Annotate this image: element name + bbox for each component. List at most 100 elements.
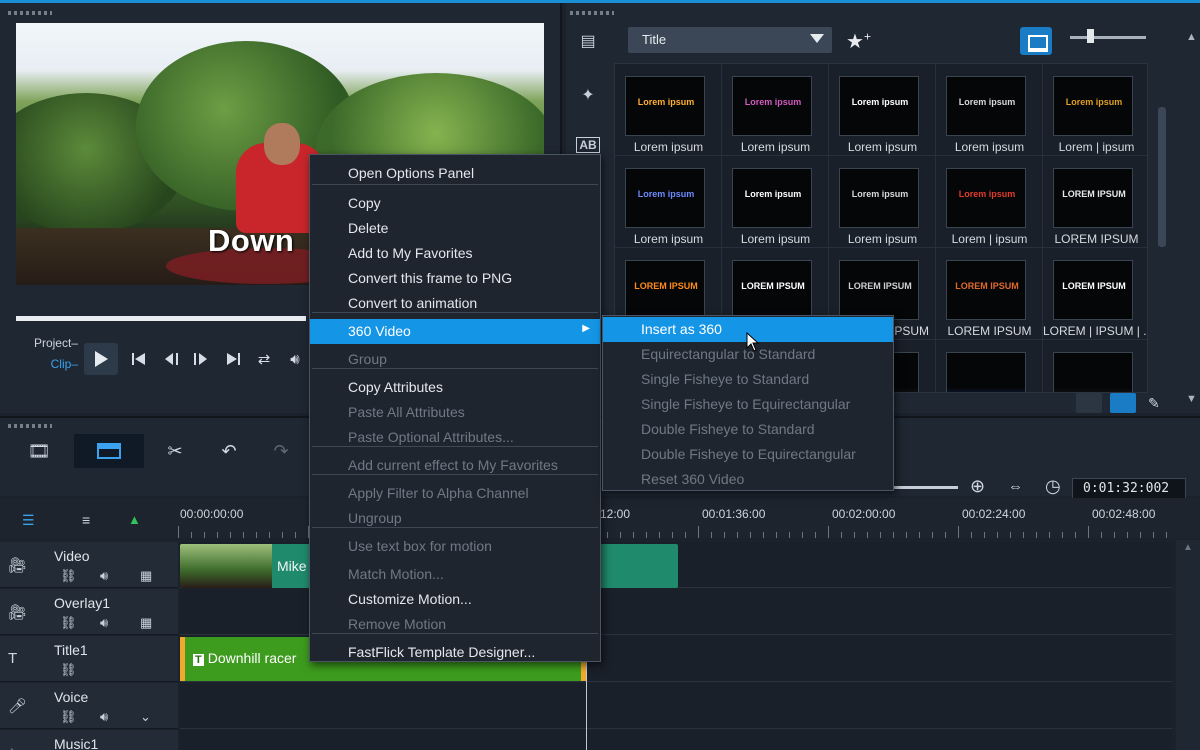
ruler-tick <box>802 532 803 538</box>
menu-item[interactable]: Customize Motion... <box>310 587 600 612</box>
project-mode-label[interactable]: Project– <box>22 336 78 350</box>
title-template-thumbnail[interactable]: Lorem ipsum Lorem ipsum <box>936 64 1043 156</box>
track-header[interactable]: 🎥︎ Video ⛓ 🔊︎ ▦ <box>0 542 178 588</box>
menu-item[interactable]: 360 Video ▶ <box>310 319 600 344</box>
menu-item[interactable]: FastFlick Template Designer... <box>310 640 600 665</box>
menu-item[interactable]: Delete <box>310 216 600 241</box>
panel-grip[interactable] <box>8 424 52 428</box>
title-template-thumbnail[interactable]: Lorem ipsum Lorem ipsum <box>722 156 829 248</box>
slider-handle[interactable] <box>1087 29 1094 43</box>
title-template-thumbnail[interactable]: LOREM IPSUM LOREM | IPSUM | ... <box>1043 248 1147 340</box>
menu-item[interactable]: Ungroup <box>310 506 600 531</box>
menu-item[interactable]: Copy <box>310 191 600 216</box>
track-lane[interactable] <box>180 730 1172 750</box>
title-template-thumbnail[interactable]: Lorem ipsum Lorem | ipsum <box>936 156 1043 248</box>
ruler-tick <box>750 532 751 538</box>
ruler-tick <box>984 532 985 538</box>
instant-project-icon[interactable]: ✦ <box>574 83 602 107</box>
track-header[interactable]: 🎥︎ Overlay1 ⛓ 🔊︎ ▦ <box>0 589 178 635</box>
menu-item[interactable]: Apply Filter to Alpha Channel <box>310 481 600 506</box>
timeline-vertical-scrollbar[interactable]: ▲ <box>1176 540 1200 750</box>
storyboard-view-button[interactable] <box>74 434 144 468</box>
submenu-item[interactable]: Double Fisheye to Equirectangular <box>603 442 893 467</box>
menu-item[interactable]: Convert this frame to PNG <box>310 266 600 291</box>
title-template-thumbnail[interactable] <box>936 340 1043 392</box>
menu-item[interactable]: Group <box>310 347 600 372</box>
clock-icon[interactable]: ◷ <box>1045 476 1061 497</box>
timeline-view-button[interactable]: 🎞︎ <box>4 434 74 468</box>
title-template-thumbnail[interactable]: Lorem ipsum Lorem ipsum <box>615 156 722 248</box>
title-template-thumbnail[interactable]: Lorem ipsum Lorem ipsum <box>829 156 936 248</box>
category-dropdown[interactable]: Title <box>628 27 832 53</box>
track-header[interactable]: 🎤︎ Voice ⛓ 🔊︎ ⌄ <box>0 683 178 729</box>
thumbnail-view-toggle[interactable] <box>1020 27 1052 55</box>
previous-frame-button[interactable] <box>159 346 185 372</box>
submenu-item[interactable]: Reset 360 Video <box>603 467 893 492</box>
grid-view-button[interactable] <box>1110 393 1136 413</box>
speaker-icon[interactable]: 🔊︎ <box>100 568 108 584</box>
menu-item[interactable]: Open Options Panel <box>310 161 600 186</box>
list-view-button[interactable] <box>1076 393 1102 413</box>
link-icon[interactable]: ⛓ <box>60 615 77 631</box>
menu-item[interactable]: Paste Optional Attributes... <box>310 425 600 450</box>
thumbnail-preview: Lorem ipsum <box>732 76 812 136</box>
redo-button[interactable]: ↷ <box>246 434 316 468</box>
title-template-thumbnail[interactable]: LOREM IPSUM LOREM IPSUM <box>936 248 1043 340</box>
submenu-item[interactable]: Single Fisheye to Standard <box>603 367 893 392</box>
home-button[interactable] <box>126 346 152 372</box>
menu-item[interactable]: Convert to animation <box>310 291 600 316</box>
link-icon[interactable]: ⛓ <box>60 568 77 584</box>
thumbnail-size-slider[interactable] <box>1070 36 1146 39</box>
panel-grip[interactable] <box>570 11 614 15</box>
scroll-up-icon[interactable]: ▲ <box>1183 542 1193 553</box>
submenu-item[interactable]: Single Fisheye to Equirectangular <box>603 392 893 417</box>
fit-to-window-icon[interactable]: ⇔ <box>1008 478 1023 495</box>
title-template-thumbnail[interactable]: Lorem ipsum Lorem ipsum <box>615 64 722 156</box>
edit-icon[interactable]: ✎ <box>1148 395 1160 412</box>
ripple-grid-icon[interactable]: ▦ <box>140 568 152 584</box>
storyboard-icon <box>97 443 121 459</box>
menu-item[interactable]: Add to My Favorites <box>310 241 600 266</box>
add-chapter-icon[interactable]: ▲ <box>128 512 141 527</box>
track-lane[interactable] <box>180 683 1172 729</box>
submenu-item[interactable]: Double Fisheye to Standard <box>603 417 893 442</box>
zoom-in-icon[interactable]: ⊕ <box>970 476 985 497</box>
next-frame-button[interactable] <box>187 346 213 372</box>
end-button[interactable] <box>220 346 246 372</box>
panel-grip[interactable] <box>8 11 52 15</box>
scrubber-bar[interactable] <box>16 316 306 321</box>
zoom-slider[interactable] <box>892 486 958 489</box>
menu-item[interactable]: Remove Motion <box>310 612 600 637</box>
menu-item[interactable]: Paste All Attributes <box>310 400 600 425</box>
clip-mode-label[interactable]: Clip– <box>22 357 78 371</box>
menu-item[interactable]: Use text box for motion <box>310 534 600 559</box>
chevron-down-icon[interactable]: ⌄ <box>140 709 151 725</box>
scroll-down-icon[interactable]: ▼ <box>1186 393 1197 405</box>
menu-item[interactable]: Add current effect to My Favorites <box>310 453 600 478</box>
title-template-thumbnail[interactable]: LOREM IPSUM LOREM IPSUM <box>1043 156 1147 248</box>
track-header[interactable]: ♪Music1⛓🔊︎▦ <box>0 730 178 750</box>
ripple-grid-icon[interactable]: ▦ <box>140 615 152 631</box>
speaker-icon[interactable]: 🔊︎ <box>100 709 108 725</box>
title-template-thumbnail[interactable]: Lorem ipsum Lorem ipsum <box>722 64 829 156</box>
title-template-thumbnail[interactable]: Lorem ipsum Lorem ipsum <box>829 64 936 156</box>
scroll-up-icon[interactable]: ▲ <box>1186 31 1197 43</box>
track-manager-icon[interactable]: ≡ <box>82 512 90 528</box>
link-icon[interactable]: ⛓ <box>60 709 77 725</box>
media-library-icon[interactable]: ▤ <box>574 29 602 53</box>
title-template-thumbnail[interactable]: Lorem ipsum Lorem | ipsum <box>1043 64 1147 156</box>
library-scrollbar[interactable] <box>1158 107 1166 247</box>
speaker-icon[interactable]: 🔊︎ <box>100 615 108 631</box>
play-button[interactable] <box>84 343 118 375</box>
link-icon[interactable]: ⛓ <box>60 662 77 678</box>
track-header[interactable]: T Title1 ⛓ <box>0 636 178 682</box>
title-template-thumbnail[interactable] <box>1043 340 1147 392</box>
repeat-button[interactable]: ⇄ <box>251 346 277 372</box>
menu-item[interactable]: Copy Attributes <box>310 375 600 400</box>
timecode-display[interactable]: 0:01:32:002 <box>1072 478 1186 500</box>
preview-rider-head <box>264 123 300 165</box>
add-to-favorites-icon[interactable]: ★+ <box>846 29 871 54</box>
menu-item[interactable]: Match Motion... <box>310 562 600 587</box>
volume-button[interactable]: 🔊︎ <box>282 346 308 372</box>
show-all-tracks-icon[interactable]: ☰ <box>22 512 35 529</box>
